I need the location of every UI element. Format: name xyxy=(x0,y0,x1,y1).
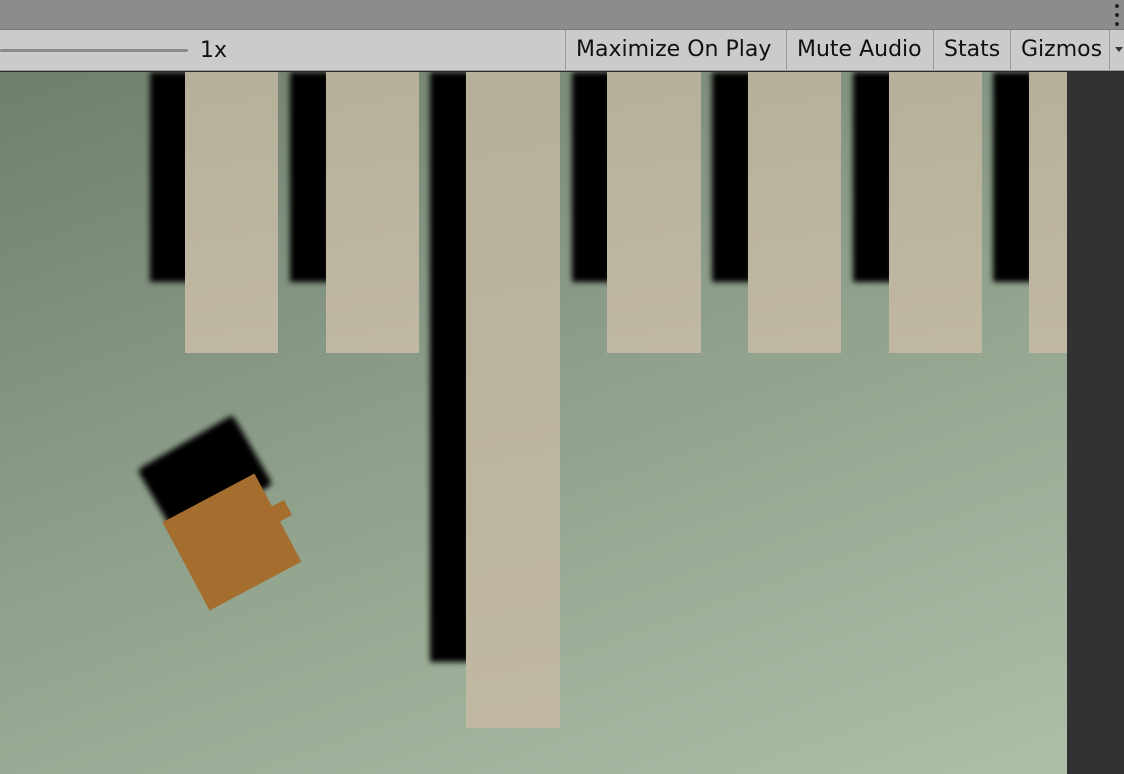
game-view-toolbar: 1x Maximize On Play Mute Audio Stats Giz… xyxy=(0,30,1124,71)
pillar xyxy=(889,72,982,353)
pillar-shadow xyxy=(853,72,893,282)
stats-button[interactable]: Stats xyxy=(933,30,1010,70)
pillar xyxy=(748,72,841,353)
game-view-window: 1x Maximize On Play Mute Audio Stats Giz… xyxy=(0,0,1124,774)
pillar xyxy=(326,72,419,353)
gizmos-dropdown-arrow-icon[interactable] xyxy=(1109,30,1124,70)
pillar-shadow xyxy=(290,72,330,282)
more-options-icon[interactable] xyxy=(1114,4,1120,26)
pillar-shadow xyxy=(150,72,190,282)
pillar-shadow xyxy=(430,72,470,662)
window-title-strip xyxy=(0,0,1124,30)
scale-slider[interactable] xyxy=(0,49,188,52)
pillar-shadow xyxy=(572,72,612,282)
pillar xyxy=(607,72,701,353)
maximize-on-play-button[interactable]: Maximize On Play xyxy=(565,30,786,70)
pillar-shadow xyxy=(712,72,752,282)
gizmos-button[interactable]: Gizmos xyxy=(1010,30,1109,70)
pillar xyxy=(185,72,278,353)
pillar xyxy=(466,72,560,728)
scale-value-label: 1x xyxy=(200,38,228,63)
pillar xyxy=(1029,72,1067,353)
mute-audio-button[interactable]: Mute Audio xyxy=(786,30,933,70)
pillar-shadow xyxy=(993,72,1033,282)
side-panel xyxy=(1067,72,1124,774)
game-viewport[interactable] xyxy=(0,72,1067,774)
